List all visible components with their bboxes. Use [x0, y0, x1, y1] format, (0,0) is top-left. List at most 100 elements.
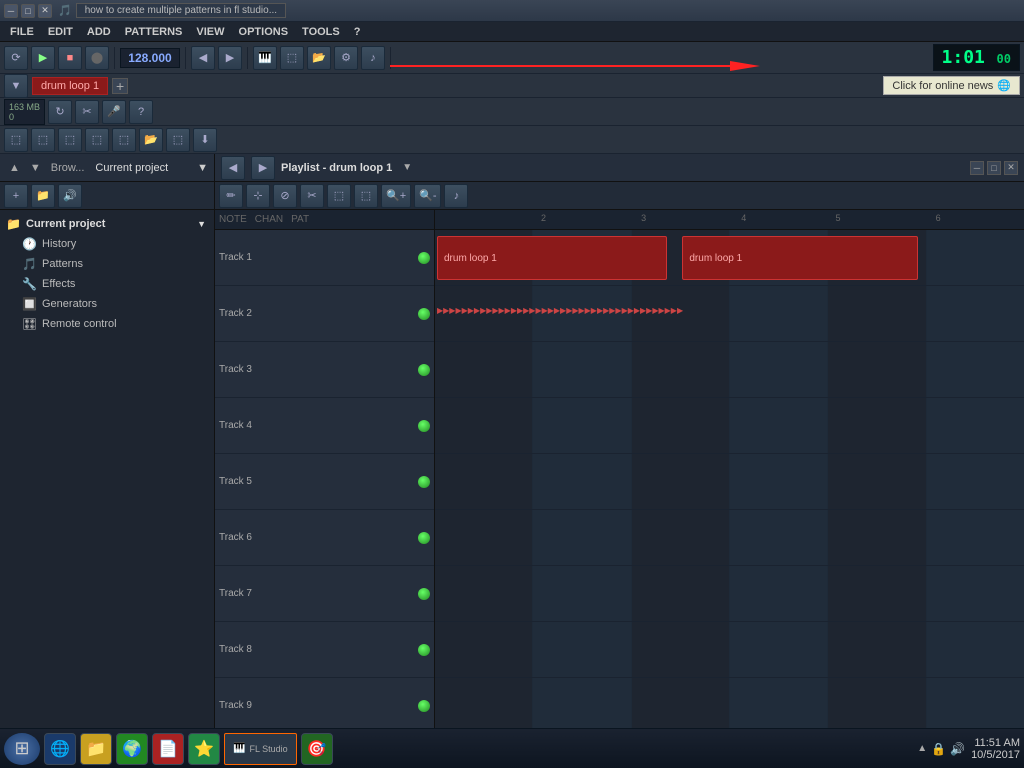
- grid-row-5[interactable]: [435, 454, 1024, 510]
- pt-event-editor[interactable]: ⬚: [58, 128, 82, 152]
- track-1-active-button[interactable]: [418, 252, 430, 264]
- taskbar-explorer-icon[interactable]: 📁: [80, 733, 112, 765]
- track-header-4[interactable]: Track 4: [215, 398, 434, 454]
- playlist-dropdown-icon[interactable]: ▼: [402, 162, 412, 173]
- loop-button[interactable]: ⟳: [4, 46, 28, 70]
- grid-row-7[interactable]: [435, 566, 1024, 622]
- start-button[interactable]: ⊞: [4, 733, 40, 765]
- mixer-button[interactable]: ⬚: [280, 46, 304, 70]
- pt-mixer[interactable]: ⬚: [112, 128, 136, 152]
- taskbar-arrow-icon[interactable]: ▲: [917, 743, 927, 754]
- grid-row-6[interactable]: [435, 510, 1024, 566]
- pl-draw-button[interactable]: ✏: [219, 184, 243, 208]
- sidebar-speaker-button[interactable]: 🔊: [58, 184, 82, 208]
- song-button[interactable]: ♪: [361, 46, 385, 70]
- title-tab[interactable]: how to create multiple patterns in fl st…: [76, 3, 286, 18]
- close-button[interactable]: ✕: [38, 4, 52, 18]
- pattern-name-button[interactable]: drum loop 1: [32, 77, 108, 95]
- grid-row-3[interactable]: [435, 342, 1024, 398]
- pl-erase-button[interactable]: ⊘: [273, 184, 297, 208]
- taskbar-pdf-icon[interactable]: 📄: [152, 733, 184, 765]
- menu-options[interactable]: OPTIONS: [233, 24, 295, 40]
- grid-row-8[interactable]: [435, 622, 1024, 678]
- sidebar-up-button[interactable]: ▲: [6, 161, 23, 175]
- window-controls[interactable]: ─ □ ✕: [4, 4, 52, 18]
- pattern-block-1b[interactable]: drum loop 1: [682, 236, 918, 280]
- grid-row-2[interactable]: ▶▶▶▶▶▶▶▶▶▶▶▶▶▶▶▶▶▶▶▶▶▶▶▶▶▶▶▶▶▶▶▶▶▶▶▶▶▶▶▶: [435, 286, 1024, 342]
- pt-download[interactable]: ⬇: [193, 128, 217, 152]
- track-header-8[interactable]: Track 8: [215, 622, 434, 678]
- taskbar-green-icon[interactable]: 🎯: [301, 733, 333, 765]
- plugin-button[interactable]: ⚙: [334, 46, 358, 70]
- taskbar-ie-icon[interactable]: 🌐: [44, 733, 76, 765]
- track-header-3[interactable]: Track 3: [215, 342, 434, 398]
- pt-piano-roll[interactable]: ⬚: [31, 128, 55, 152]
- menu-edit[interactable]: EDIT: [42, 24, 79, 40]
- menu-help[interactable]: ?: [348, 24, 367, 40]
- track-9-active-button[interactable]: [418, 700, 430, 712]
- track-5-active-button[interactable]: [418, 476, 430, 488]
- pt-browser[interactable]: 📂: [139, 128, 163, 152]
- sidebar-chevron-icon[interactable]: ▼: [197, 162, 208, 174]
- sidebar-browse-button[interactable]: Brow...: [48, 161, 88, 175]
- track-header-9[interactable]: Track 9: [215, 678, 434, 734]
- browser-button[interactable]: 📂: [307, 46, 331, 70]
- taskbar-chrome-icon[interactable]: 🌍: [116, 733, 148, 765]
- pl-cut-button[interactable]: ✂: [300, 184, 324, 208]
- question-button[interactable]: ?: [129, 100, 153, 124]
- grid-row-4[interactable]: [435, 398, 1024, 454]
- track-header-7[interactable]: Track 7: [215, 566, 434, 622]
- menu-add[interactable]: ADD: [81, 24, 117, 40]
- play-button[interactable]: ▶: [31, 46, 55, 70]
- sidebar-add-button[interactable]: +: [4, 184, 28, 208]
- track-4-active-button[interactable]: [418, 420, 430, 432]
- taskbar-star-icon[interactable]: ⭐: [188, 733, 220, 765]
- sidebar-item-patterns[interactable]: 🎵 Patterns: [0, 254, 214, 274]
- pl-audio-clip[interactable]: ♪: [444, 184, 468, 208]
- pattern-block-1a[interactable]: drum loop 1: [437, 236, 667, 280]
- minimize-button[interactable]: ─: [4, 4, 18, 18]
- track-6-active-button[interactable]: [418, 532, 430, 544]
- menu-tools[interactable]: TOOLS: [296, 24, 346, 40]
- grid-row-1[interactable]: drum loop 1 drum loop 1: [435, 230, 1024, 286]
- track-3-active-button[interactable]: [418, 364, 430, 376]
- taskbar-volume-icon[interactable]: 🔊: [950, 742, 965, 756]
- pl-select-button[interactable]: ⊹: [246, 184, 270, 208]
- pl-zoom-in[interactable]: 🔍+: [381, 184, 411, 208]
- sidebar-project-label[interactable]: Current project: [95, 162, 168, 174]
- prev-pattern-button[interactable]: ◀: [191, 46, 215, 70]
- next-pattern-button[interactable]: ▶: [218, 46, 242, 70]
- sidebar-folder-button[interactable]: 📁: [31, 184, 55, 208]
- sidebar-item-current-project[interactable]: 📁 Current project ▼: [0, 214, 214, 234]
- track-header-6[interactable]: Track 6: [215, 510, 434, 566]
- sidebar-item-generators[interactable]: 🔲 Generators: [0, 294, 214, 314]
- taskbar-fl-studio-app[interactable]: 🎹 FL Studio: [224, 733, 297, 765]
- bpm-display[interactable]: 128.000: [120, 48, 180, 68]
- playlist-minimize[interactable]: ─: [970, 161, 984, 175]
- track-grid[interactable]: 2 3 4 5 6: [435, 210, 1024, 740]
- pt-plugin[interactable]: ⬚: [166, 128, 190, 152]
- pl-paste-button[interactable]: ⬚: [354, 184, 378, 208]
- playlist-maximize[interactable]: □: [987, 161, 1001, 175]
- menu-file[interactable]: FILE: [4, 24, 40, 40]
- pl-copy-button[interactable]: ⬚: [327, 184, 351, 208]
- mic-button[interactable]: 🎤: [102, 100, 126, 124]
- track-header-2[interactable]: Track 2: [215, 286, 434, 342]
- playlist-nav-left[interactable]: ◀: [221, 156, 245, 180]
- add-pattern-button[interactable]: +: [112, 78, 128, 94]
- pt-step-seq[interactable]: ⬚: [4, 128, 28, 152]
- playlist-close[interactable]: ✕: [1004, 161, 1018, 175]
- piano-roll-button[interactable]: 🎹: [253, 46, 277, 70]
- track-7-active-button[interactable]: [418, 588, 430, 600]
- track-2-active-button[interactable]: [418, 308, 430, 320]
- online-news-button[interactable]: Click for online news 🌐: [883, 76, 1020, 95]
- sidebar-item-remote-control[interactable]: 🎛 Remote control: [0, 314, 214, 334]
- playlist-nav-right[interactable]: ▶: [251, 156, 275, 180]
- record-button[interactable]: ⬤: [85, 46, 109, 70]
- menu-view[interactable]: VIEW: [190, 24, 230, 40]
- maximize-button[interactable]: □: [21, 4, 35, 18]
- cut-button[interactable]: ✂: [75, 100, 99, 124]
- track-header-5[interactable]: Track 5: [215, 454, 434, 510]
- sidebar-item-effects[interactable]: 🔧 Effects: [0, 274, 214, 294]
- pattern-menu-button[interactable]: ▼: [4, 74, 28, 98]
